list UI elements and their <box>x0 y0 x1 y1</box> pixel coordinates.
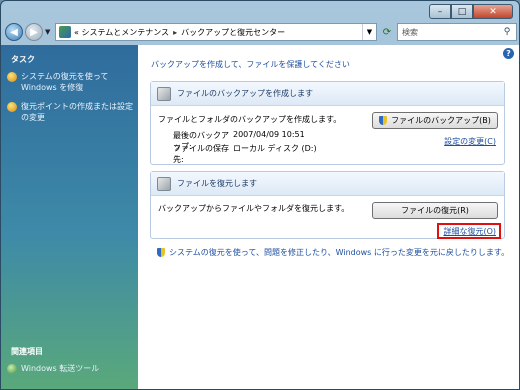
main-content: ? バックアップを作成して、ファイルを保護してください ファイルのバックアップを… <box>138 45 519 389</box>
backup-location-label: ファイルの保存先: <box>173 144 229 164</box>
forward-button[interactable]: ▶ <box>25 23 43 41</box>
system-restore-icon <box>7 72 17 82</box>
maximize-button[interactable]: □ <box>451 4 473 19</box>
back-button[interactable]: ◀ <box>5 23 23 41</box>
breadcrumb-separator[interactable]: ▸ <box>173 28 177 37</box>
backup-panel-title: ファイルのバックアップを作成します <box>177 89 313 98</box>
restore-description: バックアップからファイルやフォルダを復元します。 <box>158 204 350 213</box>
backup-drive-icon <box>157 86 171 101</box>
advanced-restore-link[interactable]: 詳細な復元(O) <box>443 226 496 237</box>
navigation-bar: ◀ ▶ ▼ « システムとメンテナンス ▸ バックアップと復元センター ▼ ⟳ … <box>5 21 517 43</box>
windows-transfer-icon <box>7 364 17 374</box>
back-arrow-icon: ◀ <box>10 26 18 38</box>
page-intro: バックアップを作成して、ファイルを保護してください <box>151 60 350 69</box>
refresh-button[interactable]: ⟳ <box>377 23 397 41</box>
backup-files-button[interactable]: ファイルのバックアップ(B) <box>372 112 498 129</box>
address-bar[interactable]: « システムとメンテナンス ▸ バックアップと復元センター ▼ <box>55 23 377 41</box>
backup-description: ファイルとフォルダのバックアップを作成します。 <box>158 115 342 124</box>
restore-panel-title: ファイルを復元します <box>177 179 257 188</box>
system-restore-link[interactable]: システムの復元を使って、問題を修正したり、Windows に行った変更を元に戻し… <box>157 247 509 258</box>
sidebar-item-restore-point[interactable]: 復元ポイントの作成または設定の変更 <box>7 101 135 123</box>
restore-panel: ファイルを復元します バックアップからファイルやフォルダを復元します。 ファイル… <box>150 171 505 239</box>
sidebar-item-label[interactable]: 復元ポイントの作成または設定の変更 <box>21 101 135 123</box>
window: – □ ✕ ◀ ▶ ▼ « システムとメンテナンス ▸ バックアップと復元センタ… <box>0 0 520 390</box>
search-icon[interactable]: ⚲ <box>498 24 516 40</box>
breadcrumb-backup-restore-center[interactable]: バックアップと復元センター <box>181 27 285 38</box>
sidebar-item-label[interactable]: システムの復元を使って Windows を修復 <box>21 71 135 93</box>
uac-shield-icon <box>157 248 165 257</box>
restore-point-icon <box>7 102 17 112</box>
caption-buttons: – □ ✕ <box>429 4 513 19</box>
restore-panel-header: ファイルを復元します <box>151 172 504 196</box>
restore-files-button[interactable]: ファイルの復元(R) <box>372 202 498 219</box>
close-button[interactable]: ✕ <box>473 4 513 19</box>
minimize-button[interactable]: – <box>429 4 451 19</box>
recent-pages-dropdown[interactable]: ▼ <box>45 28 55 36</box>
sidebar-item-system-restore[interactable]: システムの復元を使って Windows を修復 <box>7 71 135 93</box>
breadcrumb-prefix[interactable]: « <box>74 28 79 37</box>
help-icon[interactable]: ? <box>503 48 514 59</box>
breadcrumb-system-maintenance[interactable]: システムとメンテナンス <box>81 27 169 38</box>
sidebar-item-windows-transfer[interactable]: Windows 転送ツール <box>7 363 135 374</box>
related-title: 関連項目 <box>11 347 43 356</box>
sidebar-item-label[interactable]: Windows 転送ツール <box>21 363 99 374</box>
sidebar-title: タスク <box>11 55 35 64</box>
backup-location-value: ローカル ディスク (D:) <box>233 144 317 153</box>
restore-files-icon <box>157 176 171 191</box>
address-dropdown[interactable]: ▼ <box>362 24 376 40</box>
search-placeholder: 検索 <box>402 27 418 37</box>
uac-shield-icon <box>379 116 388 125</box>
task-sidebar: タスク システムの復元を使って Windows を修復 復元ポイントの作成または… <box>1 45 138 389</box>
refresh-icon: ⟳ <box>382 26 392 38</box>
control-panel-icon <box>59 26 71 38</box>
backup-panel: ファイルのバックアップを作成します ファイルとフォルダのバックアップを作成します… <box>150 81 505 165</box>
change-settings-link[interactable]: 設定の変更(C) <box>444 136 496 147</box>
forward-arrow-icon: ▶ <box>30 26 38 38</box>
chevron-down-icon: ▼ <box>45 28 51 36</box>
backup-panel-header: ファイルのバックアップを作成します <box>151 82 504 106</box>
search-input[interactable]: 検索 ⚲ <box>397 23 517 41</box>
backup-location-row: ファイルの保存先: ローカル ディスク (D:) <box>173 143 317 165</box>
